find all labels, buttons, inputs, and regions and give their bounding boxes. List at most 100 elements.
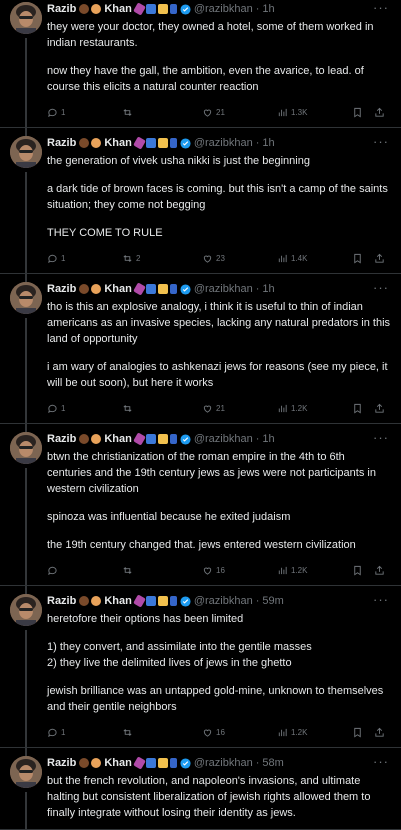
avatar[interactable] bbox=[10, 136, 42, 168]
tweet[interactable]: Razib Khan @razibkhan · 58m ··· but the french… bbox=[0, 748, 401, 830]
bookmark-icon bbox=[354, 403, 361, 413]
bookmark-icon bbox=[354, 107, 361, 117]
avatar[interactable] bbox=[10, 2, 42, 34]
reply-button[interactable]: 1 bbox=[47, 253, 122, 264]
thread-connector-line bbox=[25, 792, 27, 829]
name-emojis bbox=[132, 136, 177, 150]
share-button[interactable] bbox=[374, 403, 386, 414]
tweet-actions: 1 21 1.3K bbox=[47, 105, 391, 119]
handle[interactable]: @razibkhan bbox=[194, 3, 253, 15]
views-button[interactable]: 1.2K bbox=[277, 727, 352, 738]
display-name[interactable]: Razib bbox=[47, 757, 76, 769]
tweet-actions: 16 1.2K bbox=[47, 563, 391, 577]
avatar[interactable] bbox=[10, 432, 42, 464]
retweet-button[interactable] bbox=[122, 107, 202, 118]
display-name-suffix[interactable]: Khan bbox=[104, 433, 132, 445]
more-options-icon[interactable]: ··· bbox=[373, 134, 389, 149]
display-name-suffix[interactable]: Khan bbox=[104, 283, 132, 295]
display-name-suffix[interactable]: Khan bbox=[104, 757, 132, 769]
notebook-icon bbox=[169, 596, 177, 606]
verified-badge-icon bbox=[180, 433, 191, 445]
more-options-icon[interactable]: ··· bbox=[373, 754, 389, 769]
bookmark-button[interactable] bbox=[352, 253, 374, 264]
display-name-suffix[interactable]: Khan bbox=[104, 137, 132, 149]
share-button[interactable] bbox=[374, 253, 386, 264]
share-button[interactable] bbox=[374, 107, 386, 118]
share-button[interactable] bbox=[374, 727, 386, 738]
writing-hand-icon bbox=[157, 758, 168, 768]
retweet-button[interactable] bbox=[122, 565, 202, 576]
more-options-icon[interactable]: ··· bbox=[373, 592, 389, 607]
tweet[interactable]: Razib Khan @razibkhan · 1h ··· the generation … bbox=[0, 128, 401, 274]
like-button[interactable]: 21 bbox=[202, 403, 277, 414]
like-button[interactable]: 16 bbox=[202, 565, 277, 576]
timestamp[interactable]: 58m bbox=[262, 757, 283, 769]
reply-button[interactable]: 1 bbox=[47, 403, 122, 414]
tweet-text: heretofore their options has been limite… bbox=[47, 611, 391, 715]
bookmark-button[interactable] bbox=[352, 727, 374, 738]
notebook-icon bbox=[169, 284, 177, 294]
views-icon bbox=[278, 108, 287, 116]
dna-icon bbox=[132, 136, 146, 150]
more-options-icon[interactable]: ··· bbox=[373, 430, 389, 445]
name-emojis bbox=[79, 596, 102, 606]
timestamp[interactable]: 1h bbox=[262, 283, 274, 295]
display-name[interactable]: Razib bbox=[47, 3, 76, 15]
like-count: 16 bbox=[216, 727, 225, 737]
avatar[interactable] bbox=[10, 756, 42, 788]
display-name-suffix[interactable]: Khan bbox=[104, 3, 132, 15]
tweet-actions: 1 21 1.2K bbox=[47, 401, 391, 415]
more-options-icon[interactable]: ··· bbox=[373, 280, 389, 295]
bookmark-button[interactable] bbox=[352, 107, 374, 118]
tweet-paragraph: THEY COME TO RULE bbox=[47, 227, 163, 239]
like-count: 23 bbox=[216, 253, 225, 263]
avatar[interactable] bbox=[10, 282, 42, 314]
tweet-text: they were your doctor, they owned a hote… bbox=[47, 19, 391, 95]
tweet[interactable]: Razib Khan @razibkhan · 1h ··· they were your … bbox=[0, 0, 401, 128]
tweet[interactable]: Razib Khan @razibkhan · 1h ··· btwn the christ… bbox=[0, 424, 401, 586]
handle[interactable]: @razibkhan bbox=[194, 283, 253, 295]
views-button[interactable]: 1.3K bbox=[277, 107, 352, 118]
display-name[interactable]: Razib bbox=[47, 595, 76, 607]
handle[interactable]: @razibkhan bbox=[194, 137, 253, 149]
handle[interactable]: @razibkhan bbox=[194, 595, 253, 607]
dna-icon bbox=[132, 282, 146, 296]
name-emojis bbox=[132, 594, 177, 608]
display-name[interactable]: Razib bbox=[47, 283, 76, 295]
like-button[interactable]: 23 bbox=[202, 253, 277, 264]
separator-dot: · bbox=[255, 433, 260, 445]
reply-button[interactable] bbox=[47, 565, 122, 576]
handle[interactable]: @razibkhan bbox=[194, 433, 253, 445]
views-button[interactable]: 1.2K bbox=[277, 565, 352, 576]
views-button[interactable]: 1.4K bbox=[277, 253, 352, 264]
retweet-button[interactable] bbox=[122, 403, 202, 414]
writing-hand-icon bbox=[157, 434, 168, 444]
book-icon bbox=[145, 596, 156, 606]
display-name[interactable]: Razib bbox=[47, 433, 76, 445]
display-name[interactable]: Razib bbox=[47, 137, 76, 149]
coconut-icon bbox=[79, 434, 90, 444]
bookmark-button[interactable] bbox=[352, 565, 374, 576]
display-name-suffix[interactable]: Khan bbox=[104, 595, 132, 607]
thread-connector-line bbox=[25, 318, 27, 423]
handle[interactable]: @razibkhan bbox=[194, 757, 253, 769]
reply-icon bbox=[48, 728, 57, 737]
bookmark-button[interactable] bbox=[352, 403, 374, 414]
views-button[interactable]: 1.2K bbox=[277, 403, 352, 414]
timestamp[interactable]: 1h bbox=[262, 137, 274, 149]
more-options-icon[interactable]: ··· bbox=[373, 0, 389, 15]
timestamp[interactable]: 59m bbox=[262, 595, 283, 607]
tweet[interactable]: Razib Khan @razibkhan · 1h ··· tho is this an … bbox=[0, 274, 401, 424]
reply-button[interactable]: 1 bbox=[47, 727, 122, 738]
reply-button[interactable]: 1 bbox=[47, 107, 122, 118]
share-button[interactable] bbox=[374, 565, 386, 576]
writing-hand-icon bbox=[157, 596, 168, 606]
like-button[interactable]: 21 bbox=[202, 107, 277, 118]
timestamp[interactable]: 1h bbox=[262, 433, 274, 445]
timestamp[interactable]: 1h bbox=[262, 3, 274, 15]
retweet-button[interactable] bbox=[122, 727, 202, 738]
tweet[interactable]: Razib Khan @razibkhan · 59m ··· heretofore the… bbox=[0, 586, 401, 748]
retweet-button[interactable]: 2 bbox=[122, 253, 202, 264]
like-button[interactable]: 16 bbox=[202, 727, 277, 738]
avatar[interactable] bbox=[10, 594, 42, 626]
